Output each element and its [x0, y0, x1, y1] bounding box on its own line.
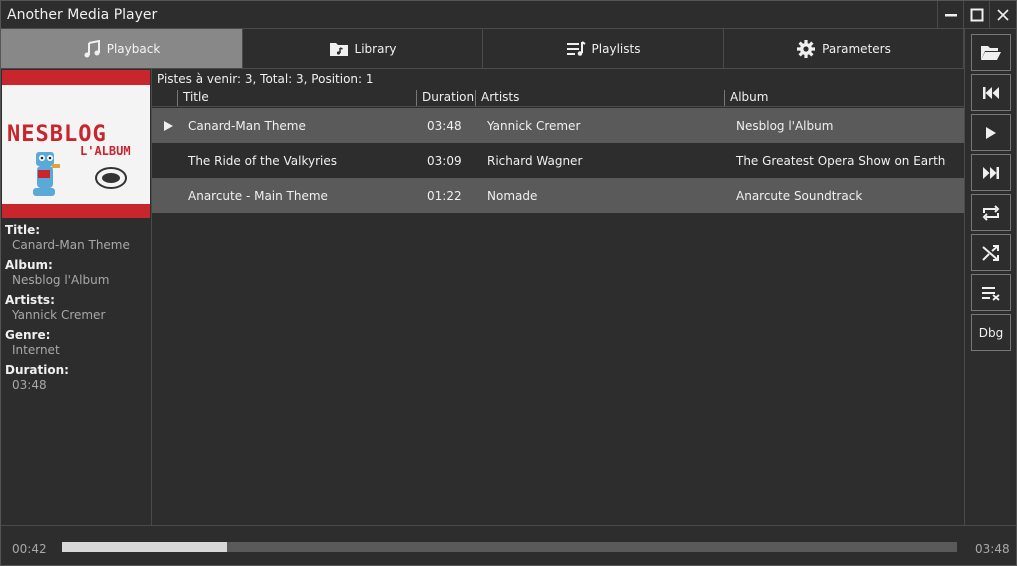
row-duration: 01:22: [427, 189, 462, 203]
info-album-value: Nesblog l'Album: [12, 273, 110, 287]
close-icon: [996, 9, 1009, 21]
playlist-icon: [566, 40, 586, 56]
tab-playback[interactable]: Playback: [1, 29, 243, 69]
music-folder-icon: [329, 42, 348, 56]
gear-icon: [797, 39, 816, 58]
seek-bar[interactable]: [62, 542, 957, 552]
track-info-sidebar: NESBLOG L'ALBUM Title: Canard-Man Theme …: [1, 69, 152, 525]
now-playing-icon: [164, 121, 173, 131]
track-info: Title: Canard-Man Theme Album: Nesblog l…: [5, 223, 149, 398]
row-artists: Richard Wagner: [487, 154, 583, 168]
cover-seal-illustration: [95, 167, 127, 189]
repeat-icon: [982, 204, 1000, 221]
row-duration: 03:09: [427, 154, 462, 168]
next-button[interactable]: [971, 154, 1011, 191]
cover-band-top: [2, 70, 150, 85]
player-controls: Dbg: [964, 29, 1016, 525]
minimize-button[interactable]: [937, 1, 963, 29]
progress-area: 00:42 03:48: [1, 525, 1016, 565]
main-tabs: Playback Library Playlists Parameters: [1, 29, 964, 69]
row-artists: Nomade: [487, 189, 538, 203]
info-title-label: Title:: [5, 223, 41, 237]
debug-button[interactable]: Dbg: [971, 314, 1011, 351]
row-title: Anarcute - Main Theme: [188, 189, 328, 203]
open-folder-button[interactable]: [971, 34, 1011, 71]
clear-queue-button[interactable]: [971, 274, 1011, 311]
app-window: Another Media Player Playback Library Pl…: [0, 0, 1017, 566]
tab-label: Playlists: [591, 41, 641, 56]
tab-parameters[interactable]: Parameters: [724, 29, 964, 69]
row-album: The Greatest Opera Show on Earth: [736, 154, 946, 168]
row-album: Anarcute Soundtrack: [736, 189, 863, 203]
table-row[interactable]: Anarcute - Main Theme 01:22 Nomade Anarc…: [152, 178, 964, 213]
skip-previous-icon: [983, 86, 999, 99]
repeat-button[interactable]: [971, 194, 1011, 231]
title-bar: Another Media Player: [1, 1, 1016, 29]
row-album: Nesblog l'Album: [736, 119, 834, 133]
tab-label: Playback: [106, 41, 161, 56]
column-header-album[interactable]: Album: [724, 90, 964, 106]
elapsed-time: 00:42: [12, 542, 47, 556]
tab-playlists[interactable]: Playlists: [483, 29, 724, 69]
play-queue: Pistes à venir: 3, Total: 3, Position: 1…: [152, 69, 964, 525]
maximize-icon: [970, 8, 983, 22]
close-button[interactable]: [989, 1, 1015, 29]
cover-band-bottom: [2, 204, 150, 218]
music-note-icon: [84, 39, 100, 57]
shuffle-icon: [982, 244, 999, 261]
shuffle-button[interactable]: [971, 234, 1011, 271]
column-header-duration[interactable]: Duration: [416, 90, 475, 106]
info-album-label: Album:: [5, 258, 53, 272]
minimize-icon: [944, 14, 957, 17]
info-artists-value: Yannick Cremer: [12, 308, 106, 322]
tab-library[interactable]: Library: [243, 29, 483, 69]
cover-sub-text: L'ALBUM: [80, 144, 131, 158]
total-time: 03:48: [975, 542, 1010, 556]
maximize-button[interactable]: [963, 1, 989, 29]
row-title: Canard-Man Theme: [188, 119, 306, 133]
skip-next-icon: [983, 166, 999, 179]
table-header: Title Duration Artists Album: [152, 89, 964, 107]
row-artists: Yannick Cremer: [487, 119, 581, 133]
column-header-artists[interactable]: Artists: [475, 90, 724, 106]
tab-label: Library: [354, 41, 397, 56]
window-title: Another Media Player: [7, 7, 158, 23]
clear-list-icon: [982, 286, 1000, 301]
info-title-value: Canard-Man Theme: [12, 238, 130, 252]
queue-status: Pistes à venir: 3, Total: 3, Position: 1: [157, 72, 374, 86]
seek-bar-fill: [62, 542, 227, 552]
row-title: The Ride of the Valkyries: [188, 154, 337, 168]
table-row[interactable]: Canard-Man Theme 03:48 Yannick Cremer Ne…: [152, 108, 964, 143]
tab-label: Parameters: [822, 41, 891, 56]
cover-character-illustration: [33, 152, 60, 196]
info-genre-label: Genre:: [5, 328, 51, 342]
info-artists-label: Artists:: [5, 293, 55, 307]
play-icon: [986, 126, 996, 139]
column-header-title[interactable]: Title: [177, 90, 416, 106]
table-row[interactable]: The Ride of the Valkyries 03:09 Richard …: [152, 143, 964, 178]
info-genre-value: Internet: [12, 343, 60, 357]
play-button[interactable]: [971, 114, 1011, 151]
info-duration-label: Duration:: [5, 363, 69, 377]
previous-button[interactable]: [971, 74, 1011, 111]
info-duration-value: 03:48: [12, 378, 47, 392]
album-cover: NESBLOG L'ALBUM: [2, 70, 150, 218]
open-folder-icon: [981, 45, 1001, 60]
row-duration: 03:48: [427, 119, 462, 133]
